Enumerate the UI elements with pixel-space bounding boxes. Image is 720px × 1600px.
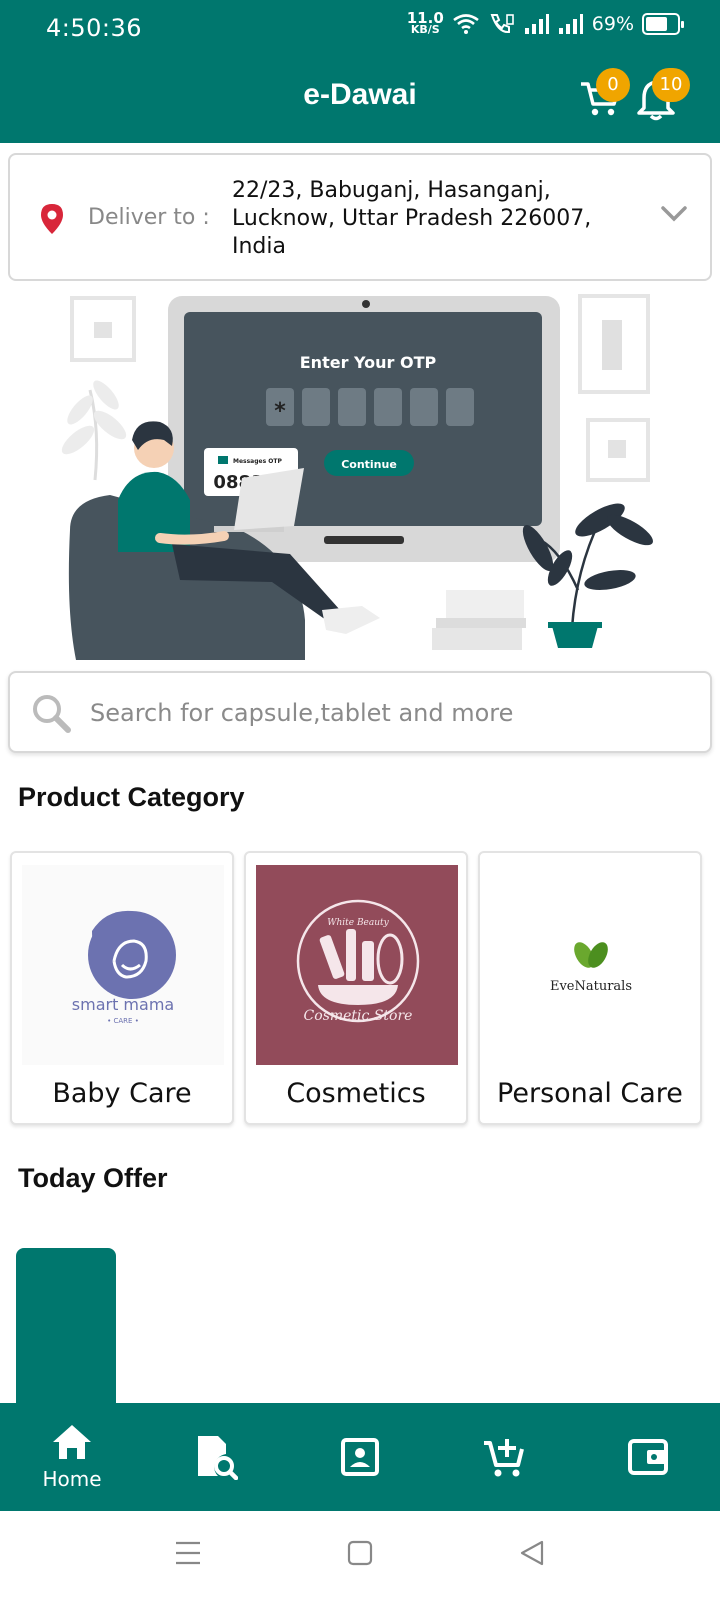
- deliver-to-label: Deliver to :: [88, 205, 210, 230]
- category-label: Baby Care: [52, 1078, 192, 1109]
- nav-home-label: Home: [42, 1467, 102, 1491]
- system-navigation-bar: [0, 1511, 720, 1600]
- network-speed: 11.0 KB/S: [407, 11, 444, 36]
- evenaturals-logo-text: EveNaturals: [550, 979, 632, 994]
- nav-prescription-search[interactable]: [144, 1403, 288, 1511]
- search-bar[interactable]: [8, 671, 712, 753]
- signal-icon-sim1: [524, 14, 549, 34]
- otp-title: Enter Your OTP: [300, 353, 437, 372]
- battery-icon: [642, 13, 684, 35]
- back-triangle-icon[interactable]: [519, 1539, 545, 1567]
- search-icon: [33, 695, 71, 733]
- network-speed-unit: KB/S: [410, 23, 440, 36]
- battery-percent: 69%: [591, 13, 634, 35]
- category-card-personal-care[interactable]: EveNaturals Personal Care: [478, 851, 702, 1125]
- evenaturals-logo: EveNaturals: [490, 865, 692, 1065]
- volte-call-icon: [490, 14, 514, 34]
- category-label: Cosmetics: [286, 1078, 426, 1109]
- cart-count-badge: 0: [596, 68, 630, 102]
- today-offer-title: Today Offer: [18, 1163, 168, 1193]
- location-pin-icon: [41, 204, 63, 234]
- prescription-search-icon: [198, 1436, 238, 1480]
- delivery-address-text: 22/23, Babuganj, Hasanganj, Lucknow, Utt…: [232, 178, 592, 259]
- cosmetic-store-logo: White Beauty Cosmetic Store: [256, 865, 458, 1065]
- smart-mama-logo-text: smart mama: [72, 995, 174, 1014]
- recents-menu-icon[interactable]: [174, 1539, 202, 1567]
- cosmetic-logo-top: White Beauty: [327, 918, 389, 928]
- cart-button[interactable]: 0: [578, 68, 630, 122]
- status-bar: 4:50:36 11.0 KB/S 69%: [0, 0, 720, 56]
- cosmetic-logo-text: Cosmetic Store: [304, 1008, 413, 1024]
- offer-card[interactable]: [16, 1248, 116, 1408]
- notification-button[interactable]: 10: [637, 68, 690, 122]
- product-category-title: Product Category: [18, 782, 245, 812]
- bottom-navigation: Home: [0, 1403, 720, 1511]
- otp-continue-label: Continue: [341, 458, 397, 471]
- notification-count-badge: 10: [652, 68, 690, 102]
- contact-card-icon: [341, 1438, 379, 1476]
- home-square-icon[interactable]: [347, 1539, 373, 1567]
- smart-mama-logo: smart mama • CARE •: [22, 865, 224, 1065]
- category-card-baby-care[interactable]: smart mama • CARE • Baby Care: [10, 851, 234, 1125]
- search-input[interactable]: [90, 687, 690, 739]
- nav-contact[interactable]: [288, 1403, 432, 1511]
- app-screen: 4:50:36 11.0 KB/S 69% e-Dawai 0 10 Deliv…: [0, 0, 720, 1600]
- wallet-icon: [628, 1439, 668, 1475]
- battery-fill: [646, 17, 667, 31]
- chevron-down-icon[interactable]: [660, 205, 688, 223]
- status-time: 4:50:36: [46, 14, 143, 42]
- smart-mama-logo-sub: • CARE •: [107, 1017, 139, 1025]
- category-label: Personal Care: [497, 1078, 683, 1109]
- top-bar: 4:50:36 11.0 KB/S 69% e-Dawai 0 10: [0, 0, 720, 143]
- nav-home[interactable]: Home: [0, 1403, 144, 1511]
- signal-icon-sim2: [558, 14, 583, 34]
- otp-banner-illustration: Enter Your OTP * Continue Messages OTP 0…: [61, 294, 653, 660]
- message-header: Messages OTP: [233, 458, 282, 465]
- home-icon: [53, 1425, 91, 1459]
- add-cart-icon: [484, 1439, 524, 1477]
- nav-add-cart[interactable]: [432, 1403, 576, 1511]
- delivery-address-card[interactable]: Deliver to : 22/23, Babuganj, Hasanganj,…: [8, 153, 712, 281]
- nav-wallet[interactable]: [576, 1403, 720, 1511]
- wifi-icon: [452, 14, 479, 34]
- category-card-cosmetics[interactable]: White Beauty Cosmetic Store Cosmetics: [244, 851, 468, 1125]
- status-icons: 11.0 KB/S 69%: [407, 11, 684, 36]
- otp-first-char: *: [274, 399, 286, 424]
